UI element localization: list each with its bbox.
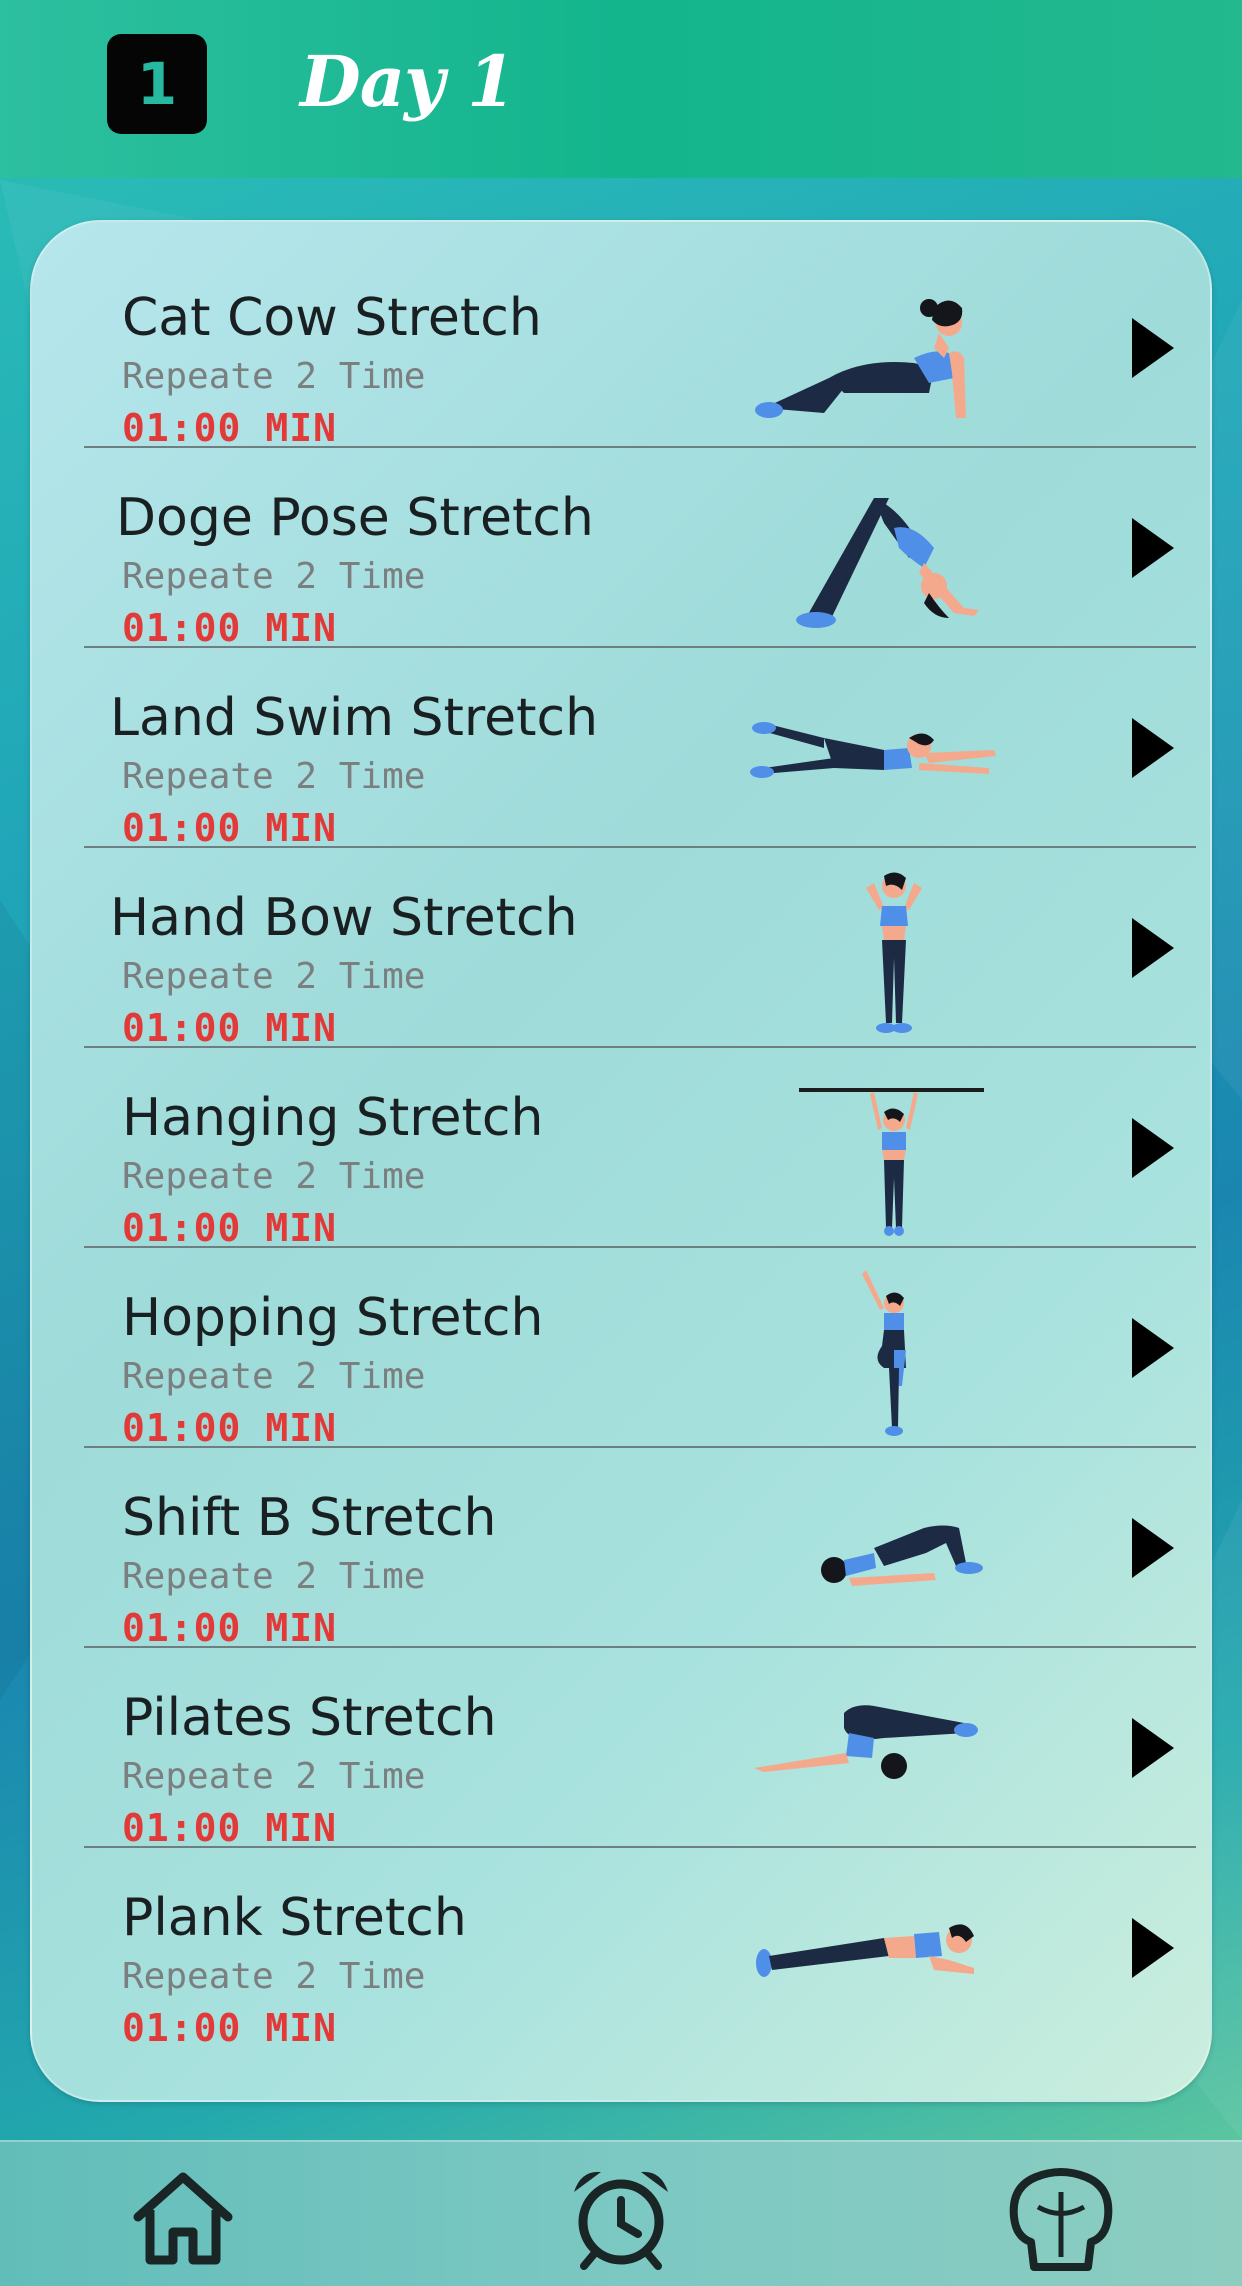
- play-icon[interactable]: [1124, 508, 1184, 588]
- downward-dog-figure: [796, 498, 979, 628]
- exercise-title: Hopping Stretch: [122, 1288, 544, 1348]
- exercise-repeat: Repeate 2 Time: [122, 1956, 426, 1997]
- play-icon[interactable]: [1124, 908, 1184, 988]
- play-icon[interactable]: [1124, 1908, 1184, 1988]
- standing-figure: [866, 872, 922, 1033]
- exercise-repeat: Repeate 2 Time: [122, 356, 426, 397]
- exercise-title: Plank Stretch: [122, 1888, 467, 1948]
- play-icon[interactable]: [1124, 1108, 1184, 1188]
- exercise-row-plank[interactable]: Plank Stretch Repeate 2 Time 01:00 MIN: [84, 1848, 1196, 2050]
- exercise-row-doge-pose[interactable]: Doge Pose Stretch Repeate 2 Time 01:00 MI…: [84, 448, 1196, 650]
- exercise-title: Doge Pose Stretch: [116, 488, 594, 548]
- exercise-duration: 01:00 MIN: [122, 1006, 338, 1050]
- exercise-row-hopping[interactable]: Hopping Stretch Repeate 2 Time 01:00 MIN: [84, 1248, 1196, 1450]
- header-bar: 1 Day 1: [0, 0, 1242, 178]
- hopping-figure: [862, 1270, 906, 1436]
- plank-figure: [756, 1924, 974, 1977]
- exercise-title: Hanging Stretch: [122, 1088, 544, 1148]
- exercise-repeat: Repeate 2 Time: [122, 756, 426, 797]
- hanging-figure: [799, 1088, 984, 1236]
- exercise-title: Pilates Stretch: [122, 1688, 497, 1748]
- play-icon[interactable]: [1124, 1508, 1184, 1588]
- exercise-repeat: Repeate 2 Time: [122, 556, 426, 597]
- exercise-row-hanging[interactable]: Hanging Stretch Repeate 2 Time 01:00 MIN: [84, 1048, 1196, 1250]
- home-icon[interactable]: [128, 2162, 238, 2272]
- day-number-badge: 1: [107, 34, 207, 134]
- exercise-repeat: Repeate 2 Time: [122, 1756, 426, 1797]
- exercise-duration: 01:00 MIN: [122, 2006, 338, 2050]
- exercise-row-hand-bow[interactable]: Hand Bow Stretch Repeate 2 Time 01:00 MIN: [84, 848, 1196, 1050]
- land-swim-figure: [750, 722, 996, 778]
- exercise-duration: 01:00 MIN: [122, 1606, 338, 1650]
- muscle-body-icon[interactable]: [1006, 2162, 1116, 2272]
- exercise-duration: 01:00 MIN: [122, 1406, 338, 1450]
- exercise-title: Shift B Stretch: [122, 1488, 497, 1548]
- exercise-title: Land Swim Stretch: [110, 688, 599, 748]
- exercise-duration: 01:00 MIN: [122, 606, 338, 650]
- exercise-duration: 01:00 MIN: [122, 1806, 338, 1850]
- play-icon[interactable]: [1124, 308, 1184, 388]
- exercise-repeat: Repeate 2 Time: [122, 1356, 426, 1397]
- exercise-row-cat-cow[interactable]: Cat Cow Stretch Repeate 2 Time 01:00 MIN: [84, 248, 1196, 450]
- alarm-clock-icon[interactable]: [566, 2162, 676, 2272]
- play-icon[interactable]: [1124, 708, 1184, 788]
- exercise-repeat: Repeate 2 Time: [122, 1556, 426, 1597]
- bridge-figure: [821, 1525, 983, 1586]
- exercise-title: Cat Cow Stretch: [122, 288, 542, 348]
- bottom-navigation: [0, 2140, 1242, 2286]
- exercise-row-pilates[interactable]: Pilates Stretch Repeate 2 Time 01:00 MIN: [84, 1648, 1196, 1850]
- exercise-repeat: Repeate 2 Time: [122, 1156, 426, 1197]
- pilates-figure: [754, 1705, 978, 1779]
- exercise-list-card: Cat Cow Stretch Repeate 2 Time 01:00 MIN …: [30, 220, 1212, 2102]
- page-title: Day 1: [300, 40, 516, 123]
- play-icon[interactable]: [1124, 1708, 1184, 1788]
- exercise-row-land-swim[interactable]: Land Swim Stretch Repeate 2 Time 01:00 MI…: [84, 648, 1196, 850]
- exercise-row-shift-b[interactable]: Shift B Stretch Repeate 2 Time 01:00 MIN: [84, 1448, 1196, 1650]
- exercise-duration: 01:00 MIN: [122, 406, 338, 450]
- cat-cow-figure: [755, 299, 966, 418]
- exercise-repeat: Repeate 2 Time: [122, 956, 426, 997]
- exercise-duration: 01:00 MIN: [122, 1206, 338, 1250]
- exercise-title: Hand Bow Stretch: [110, 888, 578, 948]
- play-icon[interactable]: [1124, 1308, 1184, 1388]
- exercise-duration: 01:00 MIN: [122, 806, 338, 850]
